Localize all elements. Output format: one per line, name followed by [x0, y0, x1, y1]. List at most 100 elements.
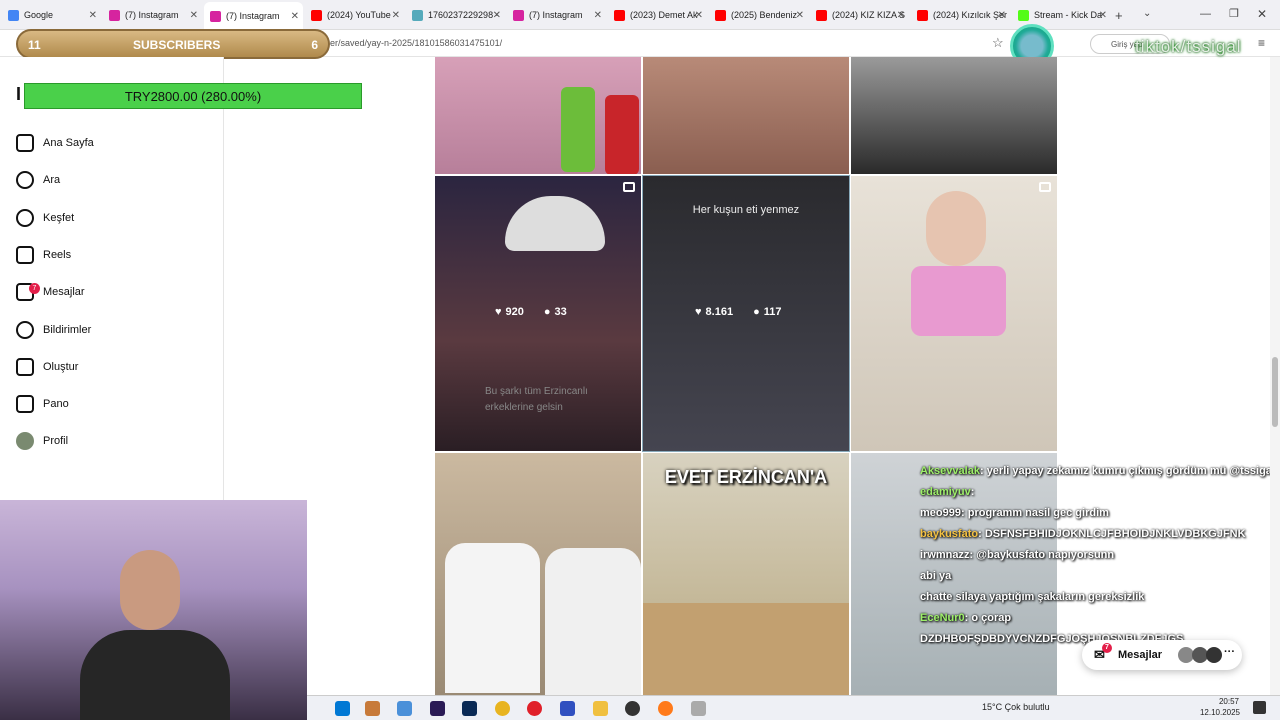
new-tab-icon[interactable]: + — [1115, 8, 1123, 23]
tab-close-icon[interactable]: ✕ — [897, 10, 905, 21]
photoshop-icon[interactable] — [462, 701, 477, 716]
post-stats: ♥ 920 ● 33 — [495, 306, 567, 318]
post-thumb[interactable] — [851, 176, 1057, 451]
post-caption: Her kuşun eti yenmez — [692, 204, 800, 216]
tab-list-icon[interactable]: ⌄ — [1143, 8, 1151, 19]
tab-label: (2024) KIZ KIZA S — [832, 10, 906, 20]
tab-label: (2023) Demet Ak — [630, 10, 698, 20]
browser-tab[interactable]: Stream - Kick Da ✕ — [1012, 4, 1111, 26]
tab-favicon-icon — [210, 10, 221, 22]
clock-time[interactable]: 20:57 — [1203, 697, 1239, 706]
tab-close-icon[interactable]: ✕ — [1099, 10, 1107, 21]
sidebar-item-bildirimler[interactable]: Bildirimler — [16, 318, 91, 342]
post-thumb[interactable] — [435, 453, 641, 695]
home-icon — [16, 134, 34, 152]
close-window-icon[interactable]: ✕ — [1257, 7, 1267, 21]
obs-icon[interactable] — [625, 701, 640, 716]
messages-floating-button[interactable]: ✉ 7 Mesajlar ··· — [1082, 640, 1242, 670]
app-icon[interactable] — [397, 701, 412, 716]
sidebar-item-label: Profil — [43, 435, 69, 448]
chat-message: Aksevvalak: yerli yapay zekamız kumru çı… — [920, 465, 1280, 486]
sidebar-item-label: Pano — [43, 398, 69, 411]
browser-tab[interactable]: (2025) Bendeniz ✕ — [709, 4, 808, 26]
outlook-icon[interactable] — [335, 701, 350, 716]
tab-close-icon[interactable]: ✕ — [493, 10, 501, 21]
opera-icon[interactable] — [527, 701, 542, 716]
tab-close-icon[interactable]: ✕ — [291, 11, 299, 22]
sidebar-item-label: Ara — [43, 174, 61, 187]
browser-tab[interactable]: (7) Instagram ✕ — [103, 4, 202, 26]
sidebar-item-keşfet[interactable]: Keşfet — [16, 206, 74, 230]
comment-icon: ● — [753, 306, 760, 318]
chat-text: yerli yapay zekamız kumru çıkmış gördüm … — [986, 465, 1280, 477]
menu-icon[interactable]: ≡ — [1258, 36, 1265, 50]
post-caption: EVET ERZİNCAN'A — [664, 467, 828, 487]
scroll-thumb[interactable] — [1272, 357, 1278, 427]
minimize-icon[interactable]: — — [1200, 8, 1211, 20]
tab-favicon-icon — [715, 9, 726, 21]
folder-icon[interactable] — [593, 701, 608, 716]
post-thumb[interactable]: EVET ERZİNCAN'A — [643, 453, 849, 695]
chrome-icon[interactable] — [495, 701, 510, 716]
tab-favicon-icon — [816, 9, 827, 21]
tab-close-icon[interactable]: ✕ — [796, 10, 804, 21]
chat-message: edamiyuv: — [920, 486, 1280, 507]
sidebar-item-oluştur[interactable]: Oluştur — [16, 355, 78, 379]
instagram-logo-icon[interactable]: I — [16, 84, 21, 105]
browser-tab[interactable]: Google ✕ — [2, 4, 101, 26]
sidebar-item-pano[interactable]: Pano — [16, 392, 69, 416]
comment-count: 33 — [554, 306, 567, 318]
app-icon[interactable] — [560, 701, 575, 716]
chat-text: chatte silaya yaptığım şakaların gereksi… — [920, 591, 1145, 603]
tab-close-icon[interactable]: ✕ — [89, 10, 97, 21]
sidebar-item-ana-sayfa[interactable]: Ana Sayfa — [16, 131, 94, 155]
browser-tab[interactable]: 1760237229298 - ✕ — [406, 4, 505, 26]
sub-count-right: 6 — [311, 38, 318, 52]
sidebar-item-profil[interactable]: Profil — [16, 429, 68, 453]
weather-text[interactable]: 15°C Çok bulutlu — [982, 702, 1050, 712]
chat-username: irwmnazz — [920, 549, 970, 561]
clock-date[interactable]: 12.10.2025 — [1196, 708, 1240, 717]
browser-tab[interactable]: (2024) YouTube ✕ — [305, 4, 404, 26]
post-thumb[interactable]: ♥ 920 ● 33 Bu şarkı tüm Erzincanlı erkekle… — [435, 176, 641, 451]
tab-label: (7) Instagram — [125, 10, 179, 20]
chat-message: abi ya — [920, 570, 1280, 591]
browser-tab[interactable]: (2024) Kızılcık Şer ✕ — [911, 4, 1010, 26]
sidebar-item-ara[interactable]: Ara — [16, 168, 60, 192]
url-text[interactable]: er/saved/yay-n-2025/18101586031475101/ — [330, 38, 502, 48]
post-thumb[interactable] — [851, 57, 1057, 174]
messages-label: Mesajlar — [1118, 649, 1163, 661]
tab-label: (7) Instagram — [529, 10, 583, 20]
tab-close-icon[interactable]: ✕ — [392, 10, 400, 21]
firefox-icon[interactable] — [658, 701, 673, 716]
chat-username: EceNur0 — [920, 612, 965, 624]
sidebar-item-label: Bildirimler — [43, 323, 92, 336]
sidebar-item-label: Oluştur — [43, 360, 79, 373]
bookmark-star-icon[interactable]: ☆ — [992, 35, 1004, 51]
page-scrollbar[interactable] — [1270, 57, 1280, 695]
maximize-icon[interactable]: ❐ — [1229, 7, 1239, 20]
browser-tab[interactable]: (7) Instagram ✕ — [204, 2, 303, 30]
heart-icon — [16, 320, 34, 339]
post-thumb[interactable] — [643, 57, 849, 174]
app-icon[interactable] — [365, 701, 380, 716]
sidebar-item-reels[interactable]: Reels — [16, 243, 71, 267]
face-shape — [120, 550, 180, 630]
notification-icon[interactable] — [1253, 701, 1266, 714]
chat-text: abi ya — [920, 570, 952, 582]
browser-tab[interactable]: (2024) KIZ KIZA S ✕ — [810, 4, 909, 26]
chat-text: o çorap — [971, 612, 1012, 624]
chat-username: edamiyuv — [920, 486, 971, 498]
tab-close-icon[interactable]: ✕ — [190, 10, 198, 21]
notification-badge: 7 — [29, 283, 40, 295]
browser-tab[interactable]: (2023) Demet Ak ✕ — [608, 4, 707, 26]
sidebar-item-mesajlar[interactable]: 7 Mesajlar — [16, 280, 85, 304]
post-thumb[interactable] — [435, 57, 641, 174]
app-icon[interactable] — [691, 701, 706, 716]
post-thumb[interactable]: Her kuşun eti yenmez ♥ 8.161 ● 117 — [642, 175, 850, 452]
tab-close-icon[interactable]: ✕ — [998, 10, 1006, 21]
tab-close-icon[interactable]: ✕ — [594, 10, 602, 21]
tab-close-icon[interactable]: ✕ — [695, 10, 703, 21]
browser-tab[interactable]: (7) Instagram ✕ — [507, 4, 606, 26]
premiere-icon[interactable] — [430, 701, 445, 716]
